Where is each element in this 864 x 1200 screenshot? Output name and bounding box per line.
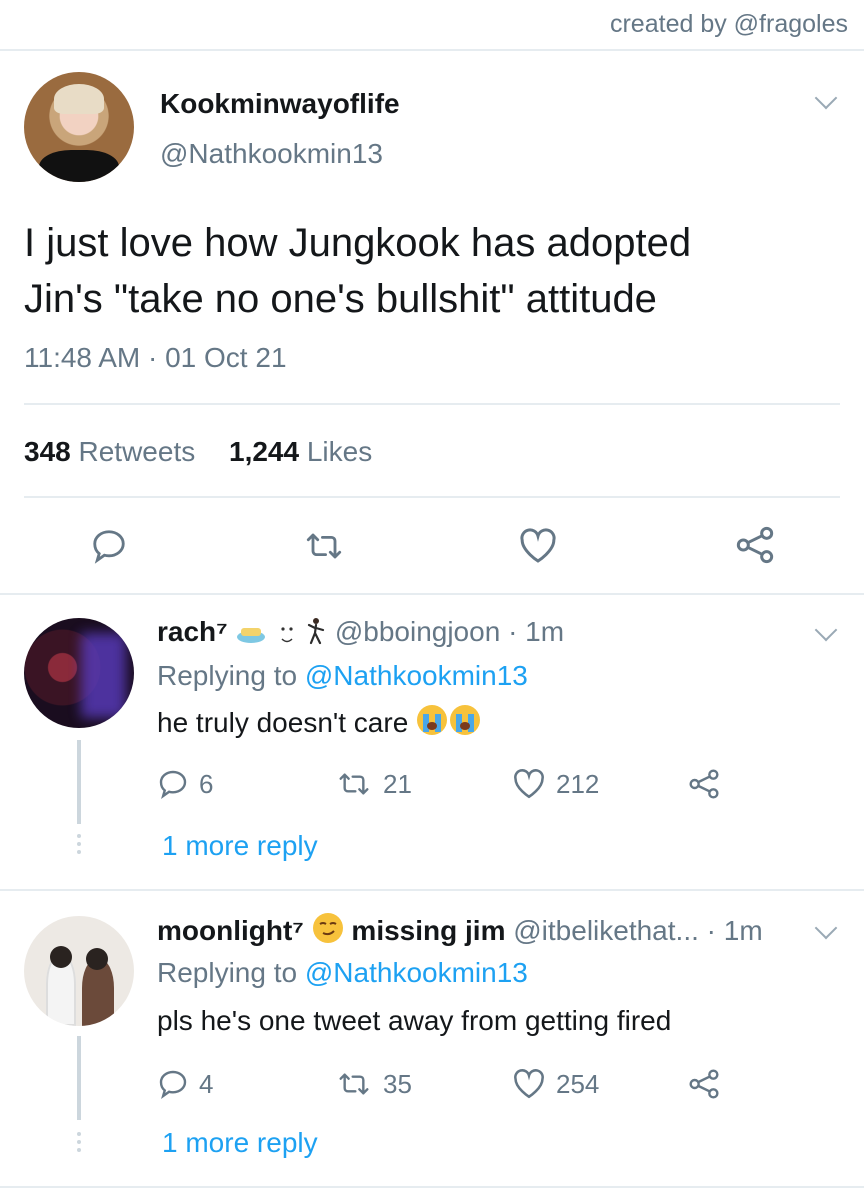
reply-text: he truly doesn't care [157, 707, 409, 738]
chevron-down-icon[interactable] [814, 916, 838, 940]
divider [24, 403, 840, 405]
author-handle[interactable]: @Nathkookmin13 [160, 138, 383, 170]
chevron-down-icon[interactable] [814, 618, 838, 642]
reply-header: rach⁷ @bboingjoon · 1m [157, 616, 564, 652]
retweet-button[interactable]: 35 [335, 1068, 412, 1100]
avatar[interactable] [24, 916, 134, 1026]
tweet-text: I just love how Jungkook has adopted Jin… [24, 215, 844, 327]
reply-time: · 1m [508, 616, 565, 647]
tweet-text-line: Jin's "take no one's bullshit" attitude [24, 277, 657, 321]
replying-to-label: Replying to [157, 957, 298, 988]
retweet-count: 21 [383, 768, 412, 799]
reply-button[interactable]: 6 [157, 768, 213, 800]
replying-to-label: Replying to [157, 660, 298, 691]
thread-dots [77, 1132, 81, 1156]
like-button[interactable]: 212 [512, 768, 599, 800]
reply-author-handle[interactable]: @bboingjoon [335, 616, 500, 647]
face-emoji-icon [277, 620, 297, 652]
divider [0, 889, 864, 891]
more-replies-link[interactable]: 1 more reply [162, 1127, 318, 1159]
creator-credit: created by @fragoles [609, 10, 848, 38]
share-button[interactable] [688, 1068, 720, 1100]
chevron-down-icon[interactable] [814, 86, 838, 110]
mention-link[interactable]: @Nathkookmin13 [305, 660, 528, 691]
like-icon [514, 769, 544, 799]
replying-to: Replying to @Nathkookmin13 [157, 957, 528, 989]
reply-author-handle[interactable]: @itbelikethat... [513, 915, 699, 946]
share-button[interactable] [688, 768, 720, 800]
reply-icon [159, 770, 187, 799]
thread-line [77, 740, 81, 824]
share-icon[interactable] [735, 525, 775, 565]
like-icon [514, 1069, 544, 1099]
retweet-count[interactable]: 348 [24, 436, 71, 467]
like-button[interactable]: 254 [512, 1068, 599, 1100]
likes-label[interactable]: Likes [307, 436, 372, 467]
thread-line [77, 1036, 81, 1120]
soap-emoji-icon [235, 620, 269, 652]
share-icon [689, 769, 719, 799]
tweet-timestamp: 11:48 AM · 01 Oct 21 [24, 342, 287, 373]
like-count: 212 [556, 768, 600, 799]
reply-count: 6 [199, 768, 214, 799]
retweet-button[interactable]: 21 [335, 768, 412, 800]
reply-author-name[interactable]: rach⁷ [157, 616, 228, 647]
top-divider [0, 49, 864, 51]
tweet-stats: 348 Retweets 1,244 Likes [24, 436, 372, 468]
retweet-icon [339, 1073, 369, 1095]
reply-author-name[interactable]: moonlight⁷ [157, 915, 304, 946]
retweet-icon [339, 773, 369, 795]
avatar[interactable] [24, 72, 134, 182]
mention-link[interactable]: @Nathkookmin13 [305, 957, 528, 988]
divider [0, 1186, 864, 1188]
reply-text: pls he's one tweet away from getting fir… [157, 1005, 672, 1036]
crying-face-emoji-icon [416, 704, 482, 743]
reply-button[interactable]: 4 [157, 1068, 213, 1100]
thread-dots [77, 834, 81, 858]
retweet-icon[interactable] [302, 527, 346, 565]
like-icon[interactable] [518, 527, 558, 565]
retweet-count: 35 [383, 1068, 412, 1099]
replying-to: Replying to @Nathkookmin13 [157, 660, 528, 692]
share-icon [689, 1069, 719, 1099]
reply-count: 4 [199, 1068, 214, 1099]
reply-icon[interactable] [90, 527, 128, 565]
reply-author-name-suffix[interactable]: missing jim [351, 915, 505, 946]
like-count: 254 [556, 1068, 600, 1099]
reply-time: · 1m [706, 915, 763, 946]
divider [0, 593, 864, 595]
like-count[interactable]: 1,244 [229, 436, 299, 467]
tweet-text-line: I just love how Jungkook has adopted [24, 221, 692, 265]
avatar[interactable] [24, 618, 134, 728]
reply-icon [159, 1070, 187, 1099]
divider [24, 496, 840, 498]
smirking-face-emoji-icon [312, 912, 344, 951]
reply-header: moonlight⁷ missing jim @itbelikethat... … [157, 912, 763, 951]
author-name[interactable]: Kookminwayoflife [160, 88, 400, 120]
more-replies-link[interactable]: 1 more reply [162, 830, 318, 862]
dancer-emoji-icon [305, 617, 327, 652]
reply-text-row: he truly doesn't care [157, 704, 482, 743]
retweets-label[interactable]: Retweets [79, 436, 196, 467]
